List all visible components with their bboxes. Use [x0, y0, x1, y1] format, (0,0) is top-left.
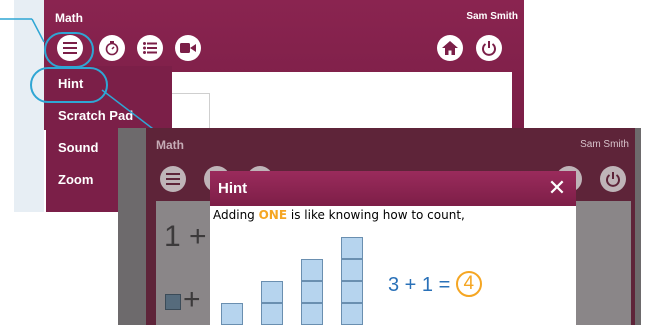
counting-cube — [301, 259, 323, 281]
close-icon[interactable]: ✕ — [546, 176, 568, 200]
main-content-area — [152, 72, 512, 130]
list-button[interactable] — [137, 35, 163, 61]
list-icon — [143, 42, 157, 54]
home-icon — [442, 41, 458, 55]
counting-cube — [341, 281, 363, 303]
hint-text-end: is like knowing how to count, — [287, 208, 465, 222]
plus-sign-dimmed: + — [183, 283, 201, 316]
video-button[interactable] — [175, 35, 201, 61]
counting-cube — [221, 303, 243, 325]
video-icon — [180, 43, 196, 53]
menu-item-sound[interactable]: Sound — [58, 140, 98, 155]
menu-icon — [166, 173, 180, 185]
app-title-dimmed: Math — [156, 138, 184, 152]
hint-text-highlight: ONE — [258, 208, 288, 222]
counting-cube — [261, 281, 283, 303]
left-margin-strip — [14, 0, 44, 212]
equation-text: 3 + 1 = — [388, 274, 451, 296]
hint-dialog-header: Hint ✕ — [210, 171, 576, 206]
app-title: Math — [55, 11, 83, 25]
counting-cube — [301, 281, 323, 303]
timer-button[interactable] — [99, 35, 125, 61]
counting-cube — [301, 303, 323, 325]
power-icon — [482, 41, 496, 56]
menu-item-zoom[interactable]: Zoom — [58, 172, 93, 187]
counting-cube — [341, 303, 363, 325]
problem-text-dimmed: 1 + — [164, 220, 207, 253]
user-name: Sam Smith — [466, 11, 518, 22]
power-icon — [606, 172, 620, 187]
power-button[interactable] — [476, 35, 502, 61]
hint-dialog: Hint ✕ Adding ONE is like knowing how to… — [210, 171, 576, 325]
callout-menu-highlight — [44, 32, 94, 68]
menu-item-scratch-pad[interactable]: Scratch Pad — [58, 108, 133, 123]
equation-answer: 4 — [455, 270, 482, 297]
menu-button-dimmed — [160, 166, 186, 192]
counting-cube — [341, 237, 363, 259]
hint-dialog-title: Hint — [218, 180, 248, 197]
counting-cube — [341, 259, 363, 281]
timer-icon — [105, 41, 119, 56]
counter-square-dimmed — [165, 294, 181, 310]
hint-text-start: Adding — [213, 208, 259, 222]
user-name-dimmed: Sam Smith — [580, 139, 629, 150]
counting-cube — [261, 303, 283, 325]
power-button-dimmed — [600, 166, 626, 192]
hint-equation: 3 + 1 = 4 — [388, 270, 482, 297]
callout-hint-highlight — [30, 67, 108, 103]
home-button[interactable] — [437, 35, 463, 61]
hint-description: Adding ONE is like knowing how to count, — [213, 208, 465, 222]
